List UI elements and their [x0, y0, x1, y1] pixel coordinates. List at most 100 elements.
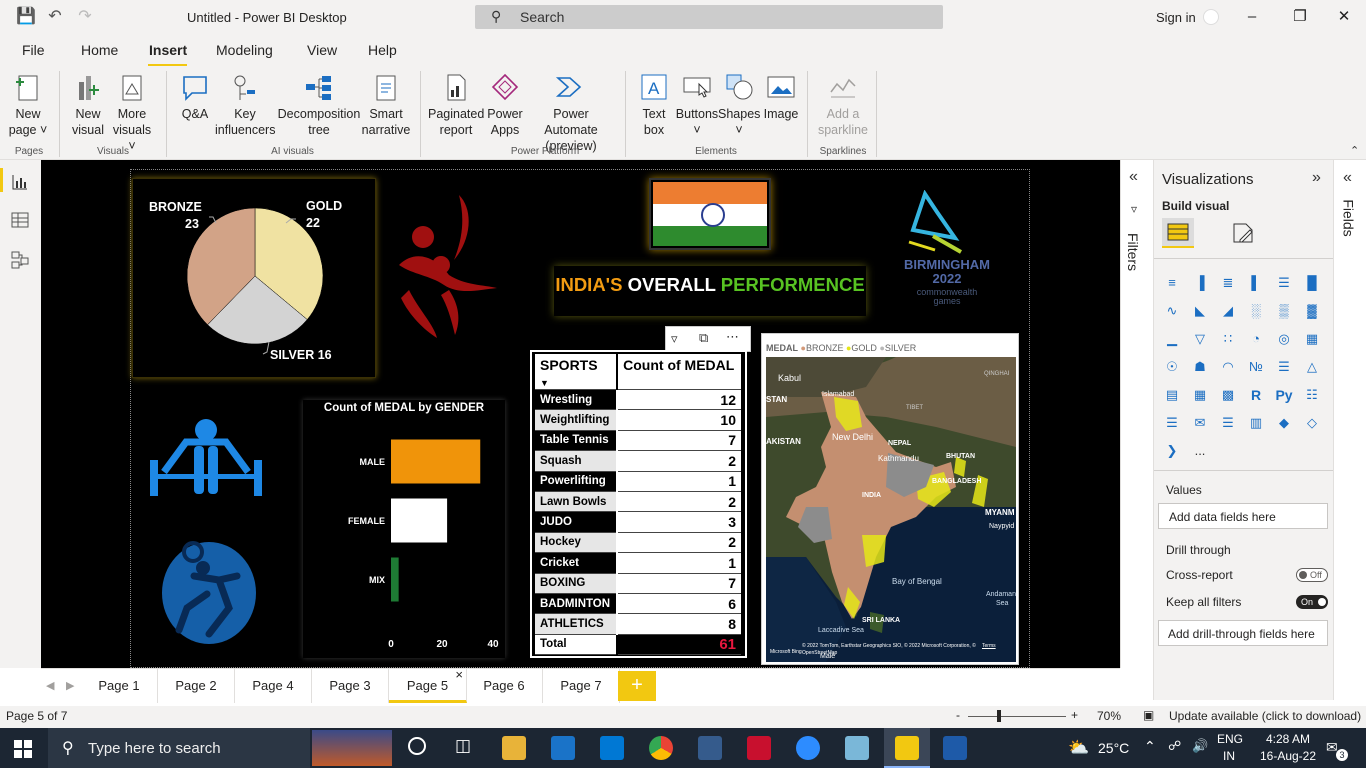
focus-mode-icon[interactable]: ⧉ — [699, 330, 708, 346]
windows-start-icon[interactable] — [14, 740, 32, 758]
network-icon[interactable]: ☍ — [1168, 738, 1181, 754]
menu-file[interactable]: File — [22, 42, 45, 58]
filled-map-visual-icon[interactable]: ☗ — [1190, 358, 1210, 376]
page-tab[interactable]: Page 2 — [158, 669, 235, 703]
close-button[interactable]: ✕ — [1334, 8, 1354, 26]
line-stacked-column-visual-icon[interactable]: ░ — [1246, 302, 1266, 320]
medal-map-card[interactable]: MEDAL ●BRONZE ●GOLD ●SILVER Kabul Islama… — [761, 333, 1019, 665]
model-view-icon[interactable] — [10, 250, 30, 270]
report-canvas[interactable]: BRONZE 23 GOLD 22 SILVER 16 INDIA'S OVER… — [41, 160, 1120, 668]
mail-icon[interactable] — [551, 736, 575, 760]
matrix-visual-icon[interactable]: ▩ — [1218, 386, 1238, 404]
report-view-icon[interactable] — [10, 172, 30, 192]
medal-by-gender-card[interactable]: Count of MEDAL by GENDER MALE FEMALE MIX 0 2… — [303, 400, 505, 658]
table-row[interactable]: Table Tennis 7 — [535, 430, 741, 452]
table-visual-icon[interactable]: ▦ — [1190, 386, 1210, 404]
scatter-visual-icon[interactable]: ∷ — [1218, 330, 1238, 348]
decomposition-tree-button[interactable]: Decomposition tree — [277, 72, 361, 138]
paginated-visual-icon[interactable]: ▥ — [1246, 414, 1266, 432]
format-visual-icon[interactable] — [1230, 220, 1256, 246]
stacked-bar-visual-icon[interactable]: ≡ — [1162, 274, 1182, 292]
weather-temperature[interactable]: 25°C — [1098, 740, 1129, 756]
taskbar-search-box[interactable]: ⚲ Type here to search — [48, 728, 310, 768]
expand-filters-icon[interactable]: « — [1129, 168, 1138, 186]
collapse-visualizations-icon[interactable]: » — [1312, 169, 1321, 187]
filter-icon[interactable]: ▿ — [671, 331, 678, 347]
table-row[interactable]: Powerlifting 1 — [535, 471, 741, 492]
chrome-icon[interactable] — [649, 736, 673, 760]
zoom-level[interactable]: 70% — [1097, 709, 1121, 723]
image-button[interactable]: Image — [762, 72, 800, 122]
multi-row-card-visual-icon[interactable]: ☰ — [1274, 358, 1294, 376]
gender-bar-female[interactable] — [391, 498, 448, 543]
menu-view[interactable]: View — [307, 42, 337, 58]
collapse-ribbon-icon[interactable]: ⌃ — [1350, 144, 1359, 157]
table-row[interactable]: Wrestling 12 — [535, 389, 741, 411]
table-header-count[interactable]: Count of MEDAL — [617, 354, 741, 390]
scroll-left-icon[interactable]: ◀ — [46, 679, 54, 692]
save-icon[interactable]: 💾 — [16, 8, 36, 26]
zoom-in-button[interactable]: + — [1071, 708, 1078, 722]
more-options-icon[interactable]: ⋯ — [726, 329, 739, 345]
page-tab[interactable]: Page 6 — [466, 669, 543, 703]
new-visual-button[interactable]: New visual — [68, 72, 108, 138]
r-script-visual-icon[interactable]: R — [1246, 386, 1266, 404]
funnel-visual-icon[interactable]: ▽ — [1190, 330, 1210, 348]
add-sparkline-button[interactable]: Add a sparkline — [815, 72, 871, 138]
close-tab-icon[interactable]: × — [455, 658, 463, 692]
file-explorer-icon[interactable] — [502, 736, 526, 760]
table-row[interactable]: JUDO 3 — [535, 511, 741, 533]
page-tab[interactable]: Page 4 — [235, 669, 312, 703]
input-region[interactable]: IN — [1223, 749, 1235, 763]
smart-narrative-button[interactable]: Smart narrative — [360, 72, 412, 138]
control-panel-icon[interactable] — [600, 736, 624, 760]
power-bi-taskbar-button[interactable] — [884, 728, 930, 768]
page-tab[interactable]: Page 1 — [81, 669, 158, 703]
volume-icon[interactable]: 🔊 — [1192, 738, 1208, 754]
weather-icon[interactable]: ⛅ — [1068, 738, 1089, 758]
area-visual-icon[interactable]: ◣ — [1190, 302, 1210, 320]
pie-visual-icon[interactable]: ◔ — [1246, 330, 1266, 348]
paginated-report-button[interactable]: Paginated report — [428, 72, 484, 138]
donut-visual-icon[interactable]: ◎ — [1274, 330, 1294, 348]
treemap-visual-icon[interactable]: ▦ — [1302, 330, 1322, 348]
minimize-button[interactable]: – — [1242, 8, 1262, 26]
power-automate-button[interactable]: Power Automate (preview) — [526, 72, 616, 154]
medal-pie-card[interactable]: BRONZE 23 GOLD 22 SILVER 16 — [132, 178, 376, 378]
notepad-icon[interactable] — [845, 736, 869, 760]
power-apps-button[interactable]: Power Apps — [485, 72, 525, 138]
snipping-tool-icon[interactable] — [943, 736, 967, 760]
page-tab[interactable]: Page 5 × — [389, 667, 467, 703]
sign-in-link[interactable]: Sign in — [1156, 10, 1196, 25]
ribbon-visual-icon[interactable]: ▓ — [1302, 302, 1322, 320]
table-row[interactable]: BADMINTON 6 — [535, 593, 741, 615]
update-available-link[interactable]: Update available (click to download) — [1169, 709, 1361, 723]
table-row[interactable]: Lawn Bowls 2 — [535, 491, 741, 513]
map-surface[interactable]: Kabul Islamabad TIBET QINGHAI STAN AKIST… — [766, 357, 1016, 662]
page-tab[interactable]: Page 7 — [543, 669, 620, 703]
card-visual-icon[interactable]: № — [1246, 358, 1266, 376]
table-header-sports[interactable]: SPORTS ▼ — [535, 354, 619, 390]
map-terms-link[interactable]: Terms — [982, 643, 996, 649]
slicer-visual-icon[interactable]: ▤ — [1162, 386, 1182, 404]
data-view-icon[interactable] — [10, 210, 30, 230]
table-row[interactable]: Squash 2 — [535, 450, 741, 472]
100-stacked-bar-visual-icon[interactable]: ☰ — [1274, 274, 1294, 292]
search-highlight-image[interactable] — [312, 730, 392, 766]
add-drill-through-well[interactable]: Add drill-through fields here — [1158, 620, 1328, 646]
clustered-column-visual-icon[interactable]: ▌ — [1246, 274, 1266, 292]
power-apps-visual-icon[interactable]: ◇ — [1302, 414, 1322, 432]
task-view-icon[interactable]: ◫ — [455, 736, 471, 756]
zoom-app-icon[interactable] — [796, 736, 820, 760]
menu-insert[interactable]: Insert — [149, 42, 187, 58]
show-hidden-icons-icon[interactable]: ⌃ — [1144, 738, 1156, 755]
menu-modeling[interactable]: Modeling — [216, 42, 273, 58]
gender-bar-mix[interactable] — [391, 557, 399, 602]
zoom-slider-thumb[interactable] — [997, 710, 1001, 722]
expand-fields-icon[interactable]: « — [1343, 169, 1352, 187]
cross-report-toggle[interactable]: Off — [1296, 568, 1328, 582]
avatar[interactable] — [1203, 9, 1219, 25]
key-influencers-button[interactable]: Key influencers — [215, 72, 275, 138]
restore-button[interactable]: ❐ — [1290, 8, 1310, 26]
qa-visual-icon[interactable]: ✉ — [1190, 414, 1210, 432]
